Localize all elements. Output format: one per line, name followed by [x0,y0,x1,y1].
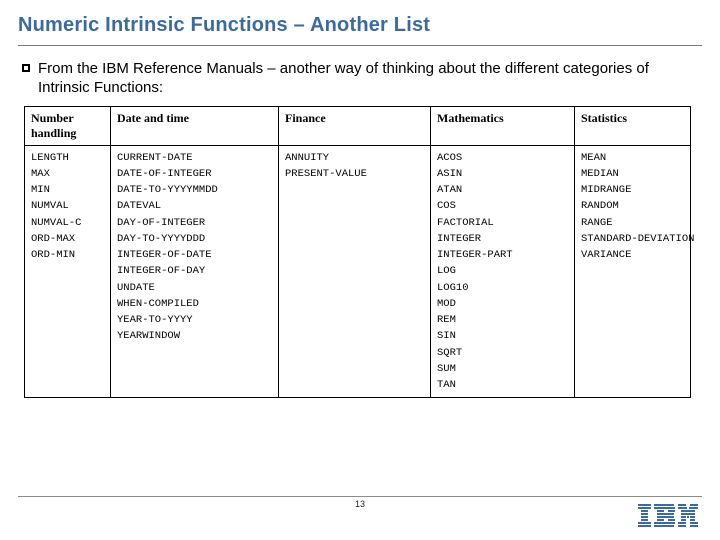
slide: Numeric Intrinsic Functions – Another Li… [0,0,720,540]
table-header-row: Number handling Date and time Finance Ma… [25,106,691,145]
table-row: LENGTH MAX MIN NUMVAL NUMVAL-C ORD-MAX O… [25,145,691,398]
ibm-logo [638,504,698,528]
footer: 13 [0,496,720,526]
square-bullet-icon [22,64,30,72]
bullet-text: From the IBM Reference Manuals – another… [38,60,698,98]
col-header-number: Number handling [25,106,111,145]
cell-finance: ANNUITY PRESENT-VALUE [279,145,431,398]
cell-stats: MEAN MEDIAN MIDRANGE RANDOM RANGE STANDA… [575,145,691,398]
bullet-item: From the IBM Reference Manuals – another… [18,60,702,106]
page-title: Numeric Intrinsic Functions – Another Li… [18,14,702,43]
col-header-finance: Finance [279,106,431,145]
col-header-stats: Statistics [575,106,691,145]
cell-math: ACOS ASIN ATAN COS FACTORIAL INTEGER INT… [431,145,575,398]
ibm-logo-icon [638,504,698,528]
cell-number: LENGTH MAX MIN NUMVAL NUMVAL-C ORD-MAX O… [25,145,111,398]
title-rule [18,45,702,46]
col-header-math: Mathematics [431,106,575,145]
col-header-date: Date and time [111,106,279,145]
page-number: 13 [355,499,365,509]
functions-table: Number handling Date and time Finance Ma… [24,106,691,399]
footer-rule [18,496,702,497]
cell-date: CURRENT-DATE DATE-OF-INTEGER DATE-TO-YYY… [111,145,279,398]
